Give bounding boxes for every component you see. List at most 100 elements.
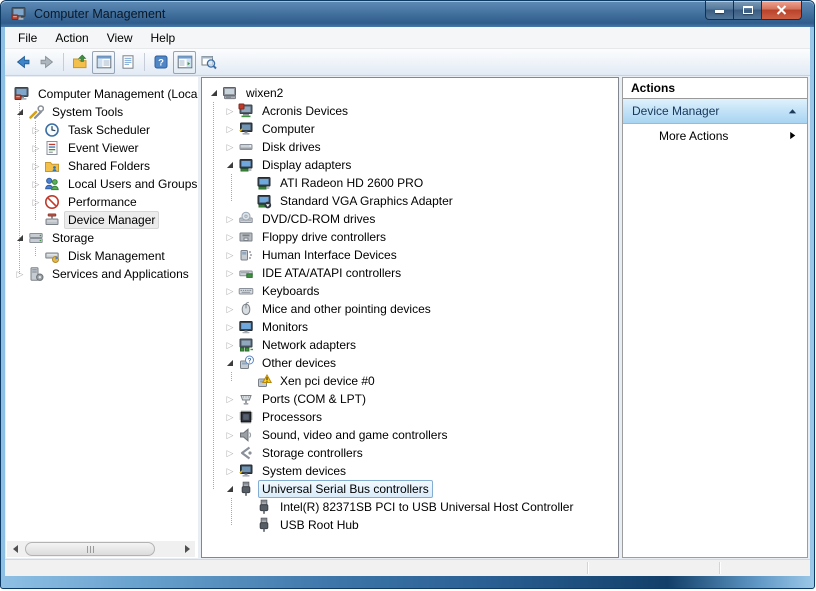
- tree-item-system-devices[interactable]: ▷System devices: [202, 462, 618, 480]
- tree-item-processors[interactable]: ▷Processors: [202, 408, 618, 426]
- tree-item-disk-management[interactable]: Disk Management: [6, 247, 198, 265]
- actions-group-device-manager[interactable]: Device Manager: [623, 99, 807, 124]
- tree-item-shared-folders[interactable]: ▷Shared Folders: [6, 157, 198, 175]
- computer-management-window: Computer Management FileActionViewHelp C…: [0, 0, 815, 589]
- expander-expanded-icon[interactable]: ◢: [206, 84, 222, 102]
- tree-item-intel-r-82371sb-pci-to-usb-universal-host-[interactable]: Intel(R) 82371SB PCI to USB Universal Ho…: [202, 498, 618, 516]
- expander-collapsed-icon[interactable]: ▷: [12, 265, 28, 283]
- tree-item-human-interface-devices[interactable]: ▷Human Interface Devices: [202, 246, 618, 264]
- expander-expanded-icon[interactable]: ◢: [222, 156, 238, 174]
- tree-item-standard-vga-graphics-adapter[interactable]: Standard VGA Graphics Adapter: [202, 192, 618, 210]
- tree-item-local-users-and-groups[interactable]: ▷Local Users and Groups: [6, 175, 198, 193]
- expander-collapsed-icon[interactable]: ▷: [222, 264, 238, 282]
- tree-item-keyboards[interactable]: ▷Keyboards: [202, 282, 618, 300]
- show-console-tree-button[interactable]: [92, 51, 115, 74]
- expander-collapsed-icon[interactable]: ▷: [222, 408, 238, 426]
- expander-collapsed-icon[interactable]: ▷: [222, 426, 238, 444]
- menu-action[interactable]: Action: [46, 28, 97, 48]
- menu-view[interactable]: View: [98, 28, 142, 48]
- expander-collapsed-icon[interactable]: ▷: [222, 120, 238, 138]
- tree-item-storage-controllers[interactable]: ▷Storage controllers: [202, 444, 618, 462]
- tree-item-dvd-cd-rom-drives[interactable]: ▷DVD/CD-ROM drives: [202, 210, 618, 228]
- show-action-pane-button[interactable]: [173, 51, 196, 74]
- chevron-up-icon[interactable]: [787, 106, 798, 117]
- tree-item-storage[interactable]: ◢ Storage: [6, 229, 198, 247]
- scrollbar-track[interactable]: [23, 541, 179, 557]
- tree-item-label: Storage: [48, 229, 98, 247]
- tree-item-computer-management-local[interactable]: Computer Management (Local: [6, 85, 198, 103]
- expander-collapsed-icon[interactable]: ▷: [222, 210, 238, 228]
- sound-icon: [238, 427, 254, 443]
- expander-collapsed-icon[interactable]: ▷: [28, 139, 44, 157]
- shared-folders-icon: [44, 158, 60, 174]
- expander-collapsed-icon[interactable]: ▷: [222, 390, 238, 408]
- tree-item-ati-radeon-hd-2600-pro[interactable]: ATI Radeon HD 2600 PRO: [202, 174, 618, 192]
- help-button[interactable]: [149, 51, 172, 74]
- tree-item-system-tools[interactable]: ◢System Tools: [6, 103, 198, 121]
- tree-item-computer[interactable]: ▷Computer: [202, 120, 618, 138]
- expander-expanded-icon[interactable]: ◢: [222, 480, 238, 498]
- export-list-button[interactable]: [116, 51, 139, 74]
- tree-item-task-scheduler[interactable]: ▷Task Scheduler: [6, 121, 198, 139]
- expander-collapsed-icon[interactable]: ▷: [28, 193, 44, 211]
- tree-item-xen-pci-device-0[interactable]: Xen pci device #0: [202, 372, 618, 390]
- tree-item-other-devices[interactable]: ◢Other devices: [202, 354, 618, 372]
- minimize-button[interactable]: [705, 1, 734, 20]
- tree-item-monitors[interactable]: ▷Monitors: [202, 318, 618, 336]
- tree-item-services-and-applications[interactable]: ▷Services and Applications: [6, 265, 198, 283]
- tree-item-sound-video-and-game-controllers[interactable]: ▷Sound, video and game controllers: [202, 426, 618, 444]
- expander-collapsed-icon[interactable]: ▷: [222, 282, 238, 300]
- workspace: Computer Management (Local◢System Tools▷…: [5, 76, 810, 559]
- expander-collapsed-icon[interactable]: ▷: [222, 300, 238, 318]
- tree-item-label: Standard VGA Graphics Adapter: [276, 192, 457, 210]
- tree-item-device-manager[interactable]: Device Manager: [6, 211, 198, 229]
- tree-item-label: Computer Management (Local: [34, 85, 198, 103]
- scroll-right-button[interactable]: [179, 541, 195, 557]
- expander-collapsed-icon[interactable]: ▷: [28, 175, 44, 193]
- expander-collapsed-icon[interactable]: ▷: [222, 138, 238, 156]
- scan-hardware-changes-button[interactable]: [197, 51, 220, 74]
- tree-item-network-adapters[interactable]: ▷Network adapters: [202, 336, 618, 354]
- scrollbar-thumb[interactable]: [25, 542, 155, 556]
- maximize-button[interactable]: [734, 1, 761, 20]
- menu-file[interactable]: File: [9, 28, 46, 48]
- tree-item-usb-root-hub[interactable]: USB Root Hub: [202, 516, 618, 534]
- expander-collapsed-icon[interactable]: ▷: [222, 444, 238, 462]
- tree-item-universal-serial-bus-controllers[interactable]: ◢Universal Serial Bus controllers: [202, 480, 618, 498]
- menu-help[interactable]: Help: [142, 28, 185, 48]
- tree-item-acronis-devices[interactable]: ▷Acronis Devices: [202, 102, 618, 120]
- expander-expanded-icon[interactable]: ◢: [222, 354, 238, 372]
- tree-item-performance[interactable]: ▷Performance: [6, 193, 198, 211]
- computer-management-icon: [11, 6, 27, 22]
- tree-item-disk-drives[interactable]: ▷Disk drives: [202, 138, 618, 156]
- actions-group-title: Device Manager: [632, 104, 787, 118]
- status-bar: [5, 559, 810, 576]
- tree-item-ports-com-lpt[interactable]: ▷Ports (COM & LPT): [202, 390, 618, 408]
- tree-item-ide-ata-atapi-controllers[interactable]: ▷IDE ATA/ATAPI controllers: [202, 264, 618, 282]
- tree-item-display-adapters[interactable]: ◢Display adapters: [202, 156, 618, 174]
- expander-collapsed-icon[interactable]: ▷: [222, 102, 238, 120]
- back-button[interactable]: [11, 51, 34, 74]
- tree-item-wixen2[interactable]: ◢wixen2: [202, 84, 618, 102]
- title-bar[interactable]: Computer Management: [1, 1, 814, 27]
- expander-collapsed-icon[interactable]: ▷: [28, 121, 44, 139]
- expander-collapsed-icon[interactable]: ▷: [222, 228, 238, 246]
- tree-item-event-viewer[interactable]: ▷Event Viewer: [6, 139, 198, 157]
- tree-item-floppy-drive-controllers[interactable]: ▷Floppy drive controllers: [202, 228, 618, 246]
- up-level-button[interactable]: [68, 51, 91, 74]
- system-tools-icon: [28, 104, 44, 120]
- scroll-left-button[interactable]: [7, 541, 23, 557]
- more-actions-item[interactable]: More Actions: [623, 124, 807, 147]
- expander-expanded-icon[interactable]: ◢: [12, 229, 28, 247]
- tree-item-mice-and-other-pointing-devices[interactable]: ▷Mice and other pointing devices: [202, 300, 618, 318]
- expander-collapsed-icon[interactable]: ▷: [222, 246, 238, 264]
- forward-button[interactable]: [35, 51, 58, 74]
- expander-collapsed-icon[interactable]: ▷: [222, 318, 238, 336]
- expander-collapsed-icon[interactable]: ▷: [28, 157, 44, 175]
- expander-expanded-icon[interactable]: ◢: [12, 103, 28, 121]
- scrollbar-grip-icon: [90, 546, 91, 553]
- expander-collapsed-icon[interactable]: ▷: [222, 336, 238, 354]
- task-scheduler-icon: [44, 122, 60, 138]
- expander-collapsed-icon[interactable]: ▷: [222, 462, 238, 480]
- close-button[interactable]: [761, 1, 802, 20]
